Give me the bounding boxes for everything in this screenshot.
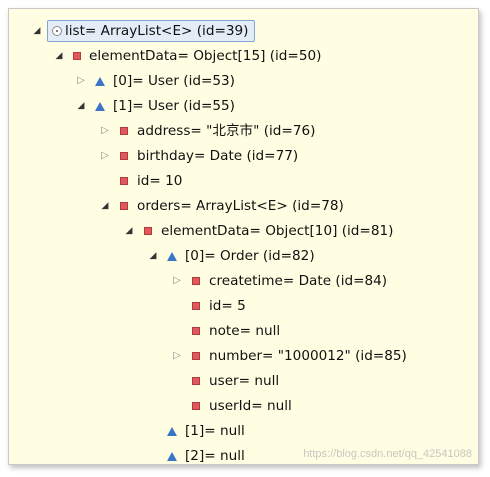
tree-row-text: note= null [209, 323, 281, 339]
expand-toggle-icon[interactable]: ◢ [123, 219, 135, 243]
field-icon [190, 269, 204, 293]
collapsed-toggle-icon[interactable]: ▷ [171, 344, 183, 368]
field-icon [190, 369, 204, 393]
tree-row-text: id= 5 [209, 298, 246, 314]
array-element-icon [166, 419, 180, 443]
tree-row-text: birthday= Date (id=77) [137, 148, 299, 164]
array-element-icon [94, 69, 108, 93]
field-icon [142, 219, 156, 243]
field-icon [190, 294, 204, 318]
expand-toggle-icon[interactable]: ◢ [99, 194, 111, 218]
tree-row-text: user= null [209, 373, 280, 389]
tree-row-text: userId= null [209, 398, 292, 414]
tree-row-text: list= ArrayList<E> (id=39) [65, 23, 249, 39]
field-icon [190, 344, 204, 368]
tree-row-text: elementData= Object[10] (id=81) [161, 223, 394, 239]
tree-row-text: id= 10 [137, 173, 183, 189]
array-element-icon [94, 94, 108, 118]
field-icon [118, 169, 132, 193]
tree-row-text: [1]= null [185, 423, 245, 439]
collapsed-toggle-icon[interactable]: ▷ [171, 269, 183, 293]
local-variable-icon [51, 21, 65, 41]
tree-row-text: number= "1000012" (id=85) [209, 348, 407, 364]
field-icon [190, 394, 204, 418]
collapsed-toggle-icon[interactable]: ▷ [99, 144, 111, 168]
tree-row-text: elementData= Object[15] (id=50) [89, 48, 322, 64]
tree-row-text: [0]= User (id=53) [113, 73, 235, 89]
field-icon [71, 44, 85, 68]
expand-toggle-icon[interactable]: ◢ [31, 19, 43, 43]
watermark: https://blog.csdn.net/qq_42541088 [303, 448, 472, 460]
array-element-icon [166, 244, 180, 268]
expand-toggle-icon[interactable]: ◢ [53, 44, 65, 68]
tree-row-text: createtime= Date (id=84) [209, 273, 388, 289]
tree-row-text: [0]= Order (id=82) [185, 248, 315, 264]
variable-tree: ◢ list= ArrayList<E> (id=39) ◢ elementDa… [9, 9, 478, 464]
tree-row-text: [2]= null [185, 448, 245, 464]
expand-toggle-icon[interactable]: ◢ [147, 244, 159, 268]
variables-view: ◢ list= ArrayList<E> (id=39) ◢ elementDa… [8, 8, 479, 465]
tree-row-label: list= ArrayList<E> (id=39) [47, 20, 256, 42]
field-icon [190, 319, 204, 343]
collapsed-toggle-icon[interactable]: ▷ [99, 119, 111, 143]
field-icon [118, 144, 132, 168]
tree-row-text: address= "北京市" (id=76) [137, 123, 316, 139]
field-icon [118, 194, 132, 218]
tree-row-text: [1]= User (id=55) [113, 98, 235, 114]
tree-row-text: orders= ArrayList<E> (id=78) [137, 198, 344, 214]
expand-toggle-icon[interactable]: ◢ [75, 94, 87, 118]
array-element-icon [166, 444, 180, 464]
collapsed-toggle-icon[interactable]: ▷ [75, 69, 87, 93]
field-icon [118, 119, 132, 143]
